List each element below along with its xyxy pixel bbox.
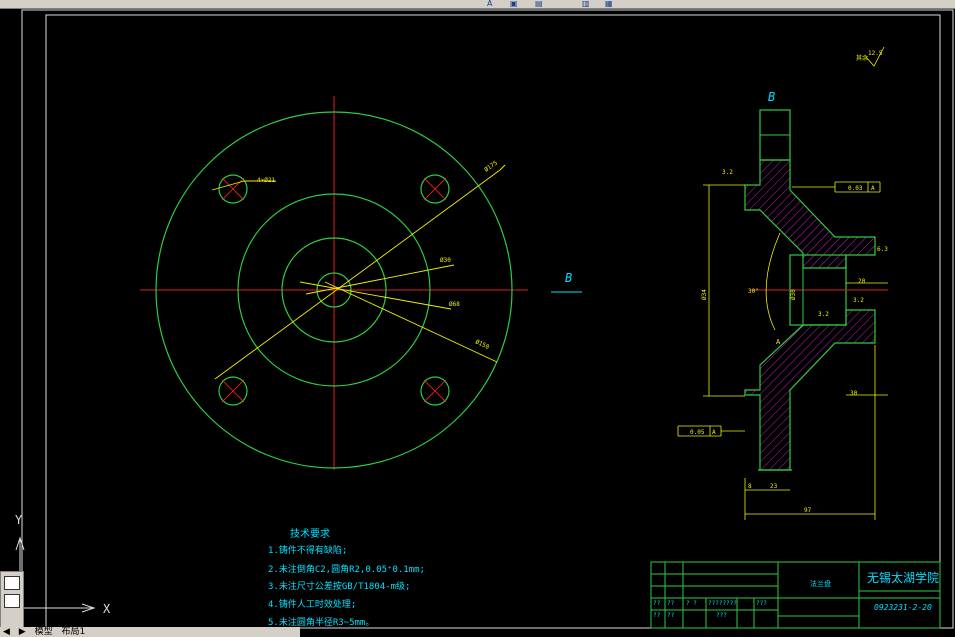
toolbar-button-d[interactable]: ▦ <box>605 0 613 8</box>
ucs-x-label: X <box>103 602 111 616</box>
rough-32-a: 3.2 <box>722 169 733 176</box>
section-hatch-upper <box>744 159 876 269</box>
layout-tabs: ◀ ▶ 模型 布局1 <box>0 627 300 637</box>
dim-4x21: 4×Ø21 <box>257 177 275 184</box>
dim-23: 23 <box>770 483 778 490</box>
note-line-2: 2.未注倒角C2,圆角R2,0.05⁺0.1mm; <box>268 563 425 575</box>
dim-d30: Ø30 <box>440 257 451 264</box>
dim-d150: Ø150 <box>474 338 490 351</box>
note-line-1: 1.铸件不得有缺陷; <box>268 544 347 556</box>
dim-8: 8 <box>748 483 752 490</box>
ucs-icon <box>15 536 96 613</box>
tb-cell-4: ???????? <box>708 600 737 607</box>
tab-layout1[interactable]: 布局1 <box>58 627 88 637</box>
tb-cell-1: ?? <box>653 600 661 607</box>
dim-20: 20 <box>858 278 866 285</box>
floating-toolbar[interactable] <box>0 571 24 633</box>
front-view: 4×Ø21 Ø175 Ø30 Ø68 Ø150 B <box>140 96 582 470</box>
dim-30: 30 <box>850 390 858 397</box>
toolbar-button-a[interactable]: ▣ <box>510 0 518 8</box>
dim-d175: Ø175 <box>483 159 499 173</box>
section-title: B <box>768 90 775 104</box>
tol-perp-ref: A <box>712 429 716 436</box>
dim-dia34: Ø34 <box>701 289 708 300</box>
tb-cell-8: ??? <box>716 612 727 619</box>
tb-cell-2: ?? <box>667 600 675 607</box>
tab-model[interactable]: 模型 <box>32 627 56 637</box>
dim-d68: Ø68 <box>449 301 460 308</box>
note-line-4: 4.铸件人工时效处理; <box>268 598 356 610</box>
drawing-canvas[interactable]: 4×Ø21 Ø175 Ø30 Ø68 Ø150 B B Ø34 Ø30 30° … <box>0 9 955 637</box>
tol-perp: 0.05 <box>690 429 705 436</box>
section-arrow-label: B <box>565 271 572 285</box>
toolbar-button-b[interactable]: ▤ <box>535 0 543 8</box>
ucs-y-label: Y <box>15 513 23 527</box>
tab-nav-first-icon[interactable]: ◀ <box>0 627 13 637</box>
roughness-prefix: 其余 <box>856 54 868 62</box>
tb-drawing-no: 0923231-2-20 <box>874 603 932 612</box>
notes-title: 技术要求 <box>290 527 330 540</box>
tb-part-name: 法兰盘 <box>810 579 831 588</box>
tol-flatness: 0.03 <box>848 185 863 192</box>
dim-angle: 30° <box>748 288 759 295</box>
section-view: B Ø34 Ø30 30° 20 30 8 23 97 3.2 3.2 3.2 … <box>677 46 888 520</box>
tech-notes: 技术要求 1.铸件不得有缺陷; 2.未注倒角C2,圆角R2,0.05⁺0.1mm… <box>268 527 425 628</box>
tb-cell-6: ?? <box>653 612 661 619</box>
tab-nav-next-icon[interactable]: ▶ <box>16 627 29 637</box>
toolbar-text-button[interactable]: A <box>487 0 492 8</box>
window-icon[interactable] <box>4 594 20 608</box>
toolbar: A ▣ ▤ ▥ ▦ <box>0 0 955 9</box>
note-line-3: 3.未注尺寸公差按GB/T1804-m级; <box>268 580 410 592</box>
tb-cell-5: ??? <box>756 600 767 607</box>
drawing-border-inner <box>45 14 941 629</box>
tb-cell-3: ? ? <box>686 600 697 607</box>
drawing-border-outer <box>21 9 954 629</box>
tb-school: 无锡太湖学院 <box>867 570 939 585</box>
rough-32-b: 3.2 <box>818 311 829 318</box>
tb-cell-7: ?? <box>667 612 675 619</box>
rough-32-c: 3.2 <box>853 297 864 304</box>
tol-flatness-ref: A <box>871 185 875 192</box>
toolbar-button-c[interactable]: ▥ <box>582 0 590 8</box>
dim-dia30-center: Ø30 <box>790 289 797 300</box>
rough-63: 6.3 <box>877 246 888 253</box>
datum-a: A <box>776 338 781 346</box>
floppy-icon[interactable] <box>4 576 20 590</box>
dim-97: 97 <box>804 507 812 514</box>
